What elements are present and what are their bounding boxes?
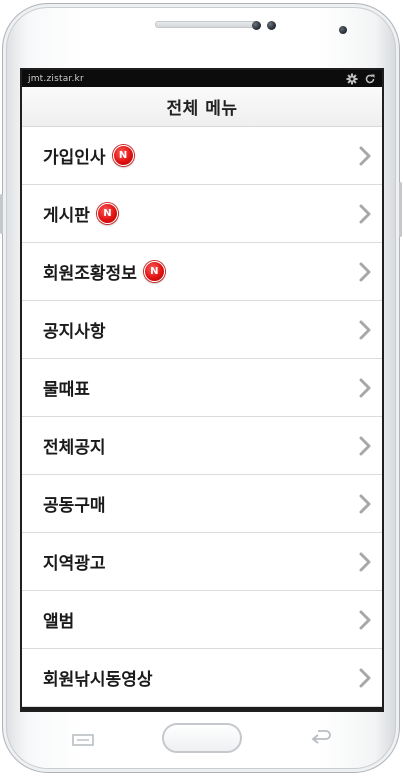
status-bar: jmt.zistar.kr — [22, 70, 382, 87]
chevron-right-icon — [359, 320, 371, 339]
chevron-right-icon — [359, 204, 371, 223]
menu-item-label: 회원낚시동영상 — [43, 670, 153, 690]
menu-item-greetings[interactable]: 가입인사 N — [22, 127, 382, 185]
menu-item-label: 게시판 — [43, 206, 90, 226]
chevron-right-icon — [359, 494, 371, 513]
front-camera — [339, 26, 347, 34]
sensor-dot — [252, 21, 261, 30]
menu-item-label: 회원조황정보 — [43, 264, 137, 284]
menu-key-icon[interactable] — [72, 734, 94, 746]
menu-item-all-notices[interactable]: 전체공지 — [22, 417, 382, 475]
menu-item-label: 전체공지 — [43, 438, 106, 458]
menu-item-label: 가입인사 — [43, 148, 106, 168]
status-icons — [346, 73, 376, 85]
back-key-icon[interactable] — [310, 730, 332, 746]
menu-item-label: 앨범 — [43, 612, 75, 632]
screen: jmt.zistar.kr 전체 메뉴 가입인사 N 게시판 N 회원조황정보 … — [20, 68, 384, 712]
chevron-right-icon — [359, 436, 371, 455]
new-badge: N — [96, 203, 118, 224]
chevron-right-icon — [359, 378, 371, 397]
chevron-right-icon — [359, 262, 371, 281]
menu-item-fishing-reports[interactable]: 회원조황정보 N — [22, 243, 382, 301]
menu-item-group-buying[interactable]: 공동구매 — [22, 475, 382, 533]
volume-button — [0, 194, 3, 234]
earpiece-speaker — [155, 21, 257, 28]
menu-item-board[interactable]: 게시판 N — [22, 185, 382, 243]
status-url: jmt.zistar.kr — [28, 73, 84, 84]
gear-icon[interactable] — [346, 73, 358, 85]
chevron-right-icon — [359, 610, 371, 629]
page-title: 전체 메뉴 — [166, 99, 238, 119]
chevron-right-icon — [359, 146, 371, 165]
chevron-right-icon — [359, 552, 371, 571]
menu-item-notices[interactable]: 공지사항 — [22, 301, 382, 359]
menu-item-label: 공동구매 — [43, 496, 106, 516]
new-badge: N — [112, 145, 134, 166]
home-button[interactable] — [162, 723, 242, 753]
title-bar: 전체 메뉴 — [22, 87, 382, 127]
menu-item-album[interactable]: 앨범 — [22, 591, 382, 649]
chevron-right-icon — [359, 668, 371, 687]
menu-item-local-ads[interactable]: 지역광고 — [22, 533, 382, 591]
new-badge: N — [143, 261, 165, 282]
refresh-icon[interactable] — [364, 73, 376, 85]
sensor-dot — [267, 21, 276, 30]
menu-item-label: 지역광고 — [43, 554, 106, 574]
menu-list: 가입인사 N 게시판 N 회원조황정보 N 공지사항 물때표 전체공지 공동구매 — [22, 127, 382, 707]
menu-item-label: 물때표 — [43, 380, 90, 400]
menu-item-tide-table[interactable]: 물때표 — [22, 359, 382, 417]
menu-item-label: 공지사항 — [43, 322, 106, 342]
menu-item-fishing-videos[interactable]: 회원낚시동영상 — [22, 649, 382, 707]
power-button — [399, 182, 402, 237]
